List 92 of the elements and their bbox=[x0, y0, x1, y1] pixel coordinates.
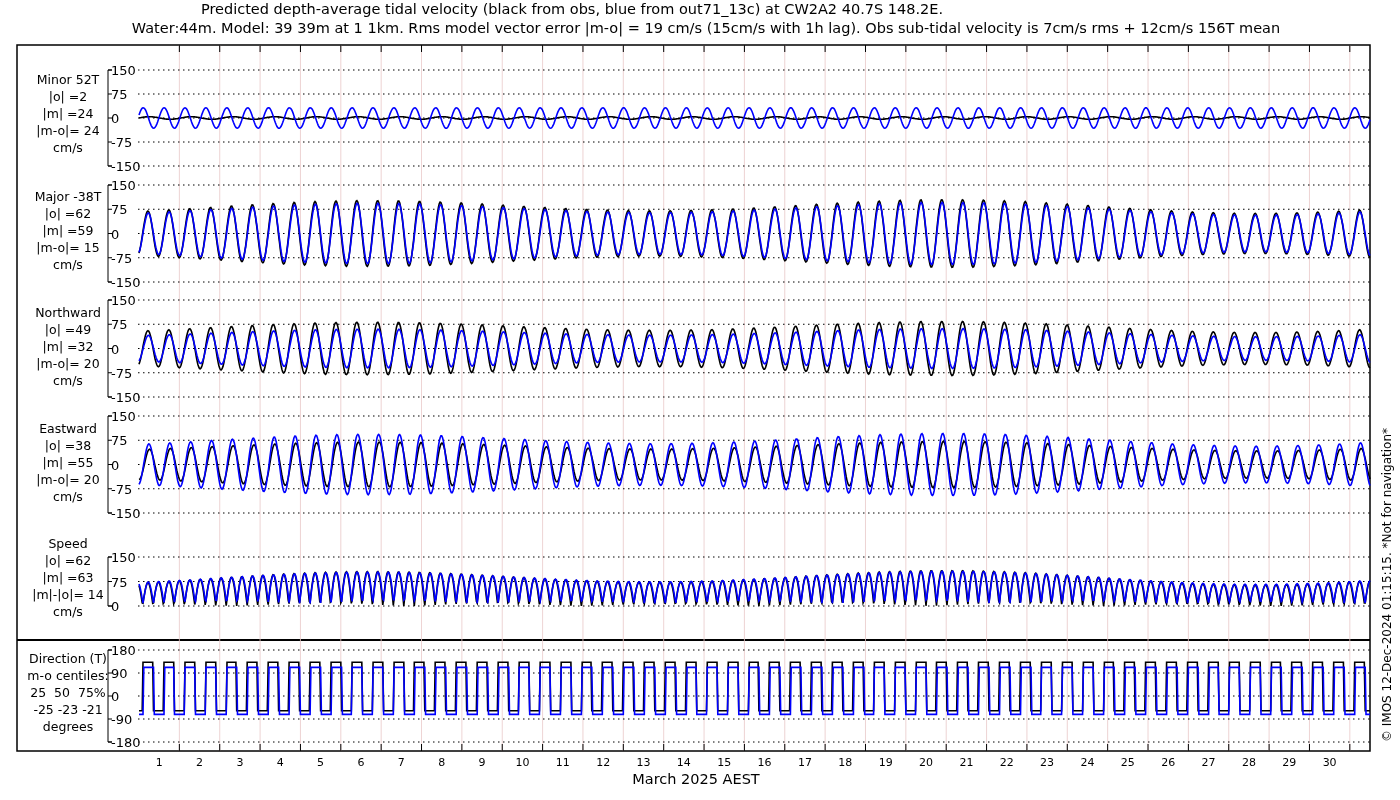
day-label: 15 bbox=[717, 756, 732, 769]
day-label: 2 bbox=[196, 756, 204, 769]
panel-label: Major -38T bbox=[34, 189, 102, 204]
day-label: 9 bbox=[478, 756, 486, 769]
chart-title: Water:44m. Model: 39 39m at 1 1km. Rms model vector error |m-o| = 19 cm/s (15cm/s with 1h lag). Obs sub-tidal velocity is 7cm/s rms + 12cm/s 156T mean bbox=[131, 20, 1281, 36]
x-axis-label: March 2025 AEST bbox=[632, 771, 760, 787]
y-tick-label: 180 bbox=[111, 643, 136, 658]
day-label: 19 bbox=[878, 756, 893, 769]
y-tick-label: -150 bbox=[111, 506, 141, 521]
y-tick-label: 150 bbox=[111, 293, 136, 308]
panel-label: degrees bbox=[42, 719, 94, 734]
panel-label: cm/s bbox=[53, 140, 83, 155]
y-tick-label: 0 bbox=[111, 689, 120, 704]
chart-title: Predicted depth-average tidal velocity (black from obs, blue from out71_13c) at CW2A2 40.7S 148.2E. bbox=[200, 1, 944, 17]
panel-label: |o| =38 bbox=[44, 438, 92, 453]
day-label: 14 bbox=[676, 756, 691, 769]
day-label: 4 bbox=[276, 756, 284, 769]
panel-label: |m| =24 bbox=[42, 106, 94, 121]
y-tick-label: 150 bbox=[111, 178, 136, 193]
y-tick-label: -75 bbox=[111, 135, 133, 150]
day-label: 17 bbox=[797, 756, 812, 769]
y-tick-label: 75 bbox=[111, 574, 128, 590]
panel-label: cm/s bbox=[53, 257, 83, 272]
panel-label: |o| =2 bbox=[48, 89, 88, 104]
panel-label: cm/s bbox=[53, 373, 83, 388]
day-label: 7 bbox=[397, 756, 405, 769]
day-label: 6 bbox=[357, 756, 365, 769]
day-label: 30 bbox=[1322, 756, 1337, 769]
day-label: 26 bbox=[1161, 756, 1176, 769]
panel-label: 25 50 75% bbox=[30, 685, 106, 700]
y-tick-label: 0 bbox=[111, 226, 120, 242]
y-tick-label: -90 bbox=[111, 712, 133, 727]
y-tick-label: 75 bbox=[111, 202, 128, 218]
y-tick-label: 150 bbox=[111, 63, 136, 78]
day-label: 13 bbox=[636, 756, 651, 769]
panel-label: m-o centiles: bbox=[27, 668, 109, 683]
day-label: 20 bbox=[919, 756, 934, 769]
day-label: 10 bbox=[515, 756, 530, 769]
y-tick-label: -75 bbox=[111, 481, 133, 497]
day-label: 5 bbox=[317, 756, 325, 769]
panel-label: |m-o|= 24 bbox=[36, 123, 100, 138]
day-label: 21 bbox=[959, 756, 974, 769]
day-label: 16 bbox=[757, 756, 772, 769]
panel-label: Eastward bbox=[39, 421, 97, 436]
y-tick-label: -150 bbox=[111, 159, 141, 174]
panel-label: |m| =59 bbox=[42, 223, 94, 238]
day-label: 8 bbox=[438, 756, 446, 769]
copyright-note: © IMOS 12-Dec-2024 01:15:15. *Not for navigation* bbox=[1380, 427, 1394, 743]
y-tick-label: 75 bbox=[111, 433, 128, 449]
day-label: 11 bbox=[555, 756, 570, 769]
y-tick-label: -150 bbox=[111, 275, 141, 290]
y-tick-label: -75 bbox=[111, 250, 133, 266]
day-label: 24 bbox=[1080, 756, 1095, 769]
day-label: 28 bbox=[1241, 756, 1256, 769]
day-label: 18 bbox=[838, 756, 853, 769]
panel-label: |m|-|o|= 14 bbox=[32, 587, 104, 602]
panel-label: |m-o|= 20 bbox=[36, 356, 100, 371]
y-tick-label: 150 bbox=[111, 550, 136, 565]
panel-label: |o| =49 bbox=[44, 322, 92, 337]
panel-label: -25 -23 -21 bbox=[33, 702, 103, 717]
panel-label: |m| =32 bbox=[42, 339, 94, 354]
panel-label: cm/s bbox=[53, 604, 83, 619]
panel-label: |o| =62 bbox=[44, 206, 92, 221]
panel-label: |m-o|= 20 bbox=[36, 472, 100, 487]
panel-label: |o| =62 bbox=[44, 553, 92, 568]
day-label: 3 bbox=[236, 756, 244, 769]
y-tick-label: 0 bbox=[111, 457, 120, 473]
y-tick-label: -75 bbox=[111, 365, 133, 381]
day-label: 25 bbox=[1120, 756, 1135, 769]
y-tick-label: 150 bbox=[111, 409, 136, 424]
panel-label: |m| =63 bbox=[42, 570, 94, 585]
y-tick-label: -180 bbox=[111, 735, 141, 750]
panel-label: cm/s bbox=[53, 489, 83, 504]
y-tick-label: -150 bbox=[111, 390, 141, 405]
day-label: 23 bbox=[1040, 756, 1055, 769]
y-tick-label: 0 bbox=[111, 599, 120, 614]
panel-label: |m| =55 bbox=[42, 455, 94, 470]
day-label: 27 bbox=[1201, 756, 1216, 769]
panel-label: Speed bbox=[48, 536, 88, 551]
day-label: 1 bbox=[155, 756, 163, 769]
panel-label: Minor 52T bbox=[36, 72, 100, 87]
y-tick-label: 90 bbox=[111, 666, 128, 681]
panel-label: |m-o|= 15 bbox=[36, 240, 100, 255]
panel-label: Northward bbox=[35, 305, 101, 320]
y-tick-label: 75 bbox=[111, 317, 128, 333]
day-label: 22 bbox=[999, 756, 1014, 769]
day-label: 29 bbox=[1282, 756, 1297, 769]
panel-label: Direction (T) bbox=[29, 651, 107, 666]
y-tick-label: 0 bbox=[111, 341, 120, 357]
y-tick-label: 75 bbox=[111, 87, 128, 102]
y-tick-label: 0 bbox=[111, 111, 120, 126]
day-label: 12 bbox=[596, 756, 611, 769]
